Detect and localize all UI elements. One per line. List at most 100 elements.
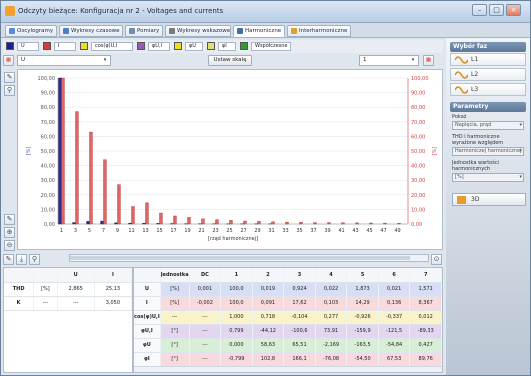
phase-l3-button[interactable]: L3: [450, 83, 526, 96]
table-cell: 0,277: [315, 310, 348, 325]
unit-cell: [°]: [160, 324, 190, 339]
minimize-button[interactable]: –: [472, 4, 487, 16]
unit-select-value: [%]: [455, 174, 464, 180]
edit-table-icon[interactable]: ✎: [3, 254, 14, 265]
x-tick-label: 43: [352, 228, 358, 234]
tab-oscylogramy[interactable]: Oscylogramy: [5, 25, 57, 37]
table-cell: 65,51: [283, 338, 316, 353]
table-scrollbar[interactable]: [134, 366, 442, 372]
harmonics-color-swatch[interactable]: [240, 42, 248, 50]
tab-wykresy-czasowe[interactable]: Wykresy czasowe: [59, 25, 123, 37]
tab-label: Wykresy wskazowe: [177, 28, 231, 34]
row-label: I: [134, 296, 161, 311]
table-row: K --- --- 3,050: [4, 296, 133, 311]
table-cell: 1,000: [220, 310, 253, 325]
table-cell: 102,8: [252, 352, 285, 367]
table-cell: 0,136: [378, 296, 411, 311]
params-header: Parametry: [450, 102, 526, 112]
bar-i: [313, 222, 317, 225]
legend-phi-i[interactable]: φI: [218, 42, 236, 51]
legend-wspolczesne[interactable]: Współczesne: [251, 42, 291, 51]
table-cell: 100,0: [220, 296, 253, 311]
bar-i: [61, 77, 65, 225]
table-row: THD [%] 2,865 25,13: [4, 282, 133, 297]
harmonics-table: Jednostka DC 1 2 3 4 5 6 7 U [%] 0,001 100,0 0,019 0,…: [133, 267, 443, 373]
bar-i: [327, 222, 331, 225]
view-3d-button[interactable]: 3D: [452, 193, 526, 206]
legend-phi-ui[interactable]: φU,I: [148, 42, 170, 51]
bar-i: [103, 159, 107, 225]
y-tick-label: 40,00: [41, 164, 55, 170]
edit-icon[interactable]: ✎: [4, 72, 15, 83]
zoom-in-icon[interactable]: ⊕: [4, 227, 15, 238]
table-cell: ---: [189, 352, 222, 367]
signal-select[interactable]: U ▾: [17, 55, 111, 66]
bar-i: [89, 131, 93, 225]
chart-controls: ▦ U ▾ Ustaw skalę 1 ▾ ▦: [3, 55, 443, 68]
x-tick-label: 23: [212, 228, 218, 234]
zoom-icon[interactable]: ⚲: [4, 85, 15, 96]
row-label: THD: [4, 282, 35, 297]
zoom-fit-icon[interactable]: ⊙: [431, 254, 442, 265]
bar-i: [215, 219, 219, 225]
harmonics-chart[interactable]: 0,00 0,00 10,00 10,00 20,00 20,00 30,00 30,00 40…: [17, 69, 443, 250]
table-row: U [%] 0,001 100,0 0,019 0,924 0,022 1,873 0,021 1…: [134, 282, 442, 297]
legend-cos-phi[interactable]: cos(φ)U,I: [91, 42, 133, 51]
chevron-down-icon: ▾: [519, 122, 522, 128]
table-icon: [129, 28, 135, 34]
bar-u: [72, 222, 76, 225]
phase-number-select[interactable]: 1 ▾: [359, 55, 419, 66]
table-cell: 58,63: [252, 338, 285, 353]
phase-l2-button[interactable]: L2: [450, 68, 526, 81]
app-icon: [5, 6, 15, 16]
y-tick-label: 10,00: [41, 207, 55, 213]
x-tick-label: 13: [142, 228, 148, 234]
table-cell: -159,9: [346, 324, 379, 339]
maximize-button[interactable]: □: [489, 4, 504, 16]
x-tick-label: 31: [268, 228, 274, 234]
edit-bottom-icon[interactable]: ✎: [4, 214, 15, 225]
x-tick-label: 21: [198, 228, 204, 234]
legend-phi-u[interactable]: φU: [185, 42, 203, 51]
unit-cell: [°]: [160, 352, 190, 367]
phi-ui-color-swatch[interactable]: [137, 42, 145, 50]
table-row: φI [°] --- -0,799 102,8 166,1 -76,08 -54,50 67,5…: [134, 352, 442, 367]
thd-ref-value: Harmoniczej harmonicznej: [455, 148, 522, 154]
color-picker-icon[interactable]: ▦: [3, 55, 14, 66]
x-tick-label: 49: [394, 228, 400, 234]
thd-ref-select[interactable]: Harmoniczej harmonicznej ▾: [452, 147, 524, 156]
y2-tick-label: 20,00: [411, 193, 425, 199]
unit-select[interactable]: [%] ▾: [452, 173, 524, 182]
phi-u-color-swatch[interactable]: [174, 42, 182, 50]
close-button[interactable]: ×: [506, 4, 521, 16]
set-scale-button[interactable]: Ustaw skalę: [208, 55, 252, 66]
row-label: φI: [134, 352, 161, 367]
x-axis-label: [rząd harmonicznej]: [208, 236, 258, 242]
phase-label: L3: [471, 86, 479, 93]
bar-i: [397, 223, 401, 225]
i-color-swatch[interactable]: [43, 42, 51, 50]
phase-l1-button[interactable]: L1: [450, 53, 526, 66]
bar-i: [341, 222, 345, 225]
export-icon[interactable]: ⤓: [16, 254, 27, 265]
legend-u[interactable]: U: [17, 42, 39, 51]
tab-interharmoniczne[interactable]: Interharmoniczne: [287, 25, 351, 37]
main-window: Odczyty bieżące: Konfiguracja nr 2 - Vol…: [0, 0, 531, 376]
chart-scrollbar[interactable]: [69, 254, 429, 262]
legend-i[interactable]: I: [54, 42, 76, 51]
show-select[interactable]: Napięcia, prąd ▾: [452, 121, 524, 130]
u-color-swatch[interactable]: [6, 42, 14, 50]
search-icon[interactable]: ⚲: [29, 254, 40, 265]
tab-pomiary[interactable]: Pomiary: [125, 25, 163, 37]
phi-i-color-swatch[interactable]: [207, 42, 215, 50]
cos-color-swatch[interactable]: [80, 42, 88, 50]
table-cell: 100,0: [220, 282, 253, 297]
color-picker-right-icon[interactable]: ▦: [423, 55, 434, 66]
tab-wykresy-wskazowe[interactable]: Wykresy wskazowe: [165, 25, 231, 37]
zoom-out-icon[interactable]: ⊖: [4, 240, 15, 251]
y2-tick-label: 50,00: [411, 149, 425, 155]
harmonics-icon: [237, 28, 243, 34]
tab-harmoniczne[interactable]: Harmoniczne: [233, 25, 285, 37]
y-tick-label: 20,00: [41, 193, 55, 199]
scrollbar-thumb[interactable]: [70, 256, 410, 260]
